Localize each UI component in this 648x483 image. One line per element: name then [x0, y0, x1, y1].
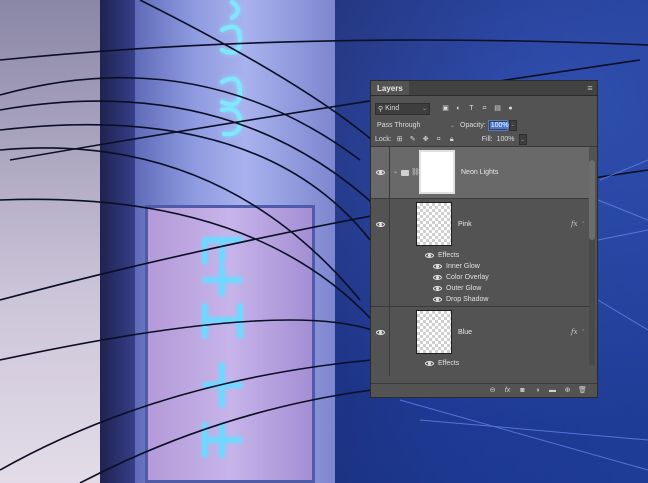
eye-icon: [376, 170, 385, 175]
layer-row-blue[interactable]: Blue fx ⌃ Effects: [371, 307, 589, 376]
eye-icon: [425, 361, 434, 366]
new-layer-icon[interactable]: ⊕: [563, 386, 572, 395]
visibility-toggle[interactable]: [371, 199, 390, 306]
chevron-down-icon: ⌄: [449, 122, 455, 129]
eye-icon: [376, 222, 385, 227]
adjustment-layer-icon[interactable]: ◑: [533, 386, 542, 395]
visibility-toggle[interactable]: [371, 307, 390, 376]
tab-layers[interactable]: Layers: [371, 81, 409, 95]
lock-artboard-icon[interactable]: ⌗: [435, 136, 443, 144]
layer-thumbnail: [419, 150, 455, 194]
effect-label: Outer Glow: [446, 285, 482, 292]
eye-icon: [425, 253, 434, 258]
eye-icon: [433, 264, 442, 269]
image-filter-icon[interactable]: ▣: [441, 104, 450, 113]
fill-slider-button[interactable]: ⌄: [518, 134, 527, 145]
chevron-up-icon[interactable]: ⌃: [581, 221, 585, 227]
opacity-value: 100%: [489, 121, 510, 129]
layers-scrollbar[interactable]: [589, 160, 595, 365]
effects-group[interactable]: Effects: [425, 252, 459, 259]
fill-input[interactable]: 100%: [497, 136, 519, 143]
scrollbar-thumb[interactable]: [589, 160, 595, 240]
lock-icons: ⊞ ✎ ✥ ⌗ 🔒︎: [396, 136, 456, 144]
adjustment-filter-icon[interactable]: ◐: [454, 104, 463, 113]
lock-paint-icon[interactable]: ✎: [409, 136, 417, 144]
blend-mode-value: Pass Through: [377, 121, 421, 129]
effects-group[interactable]: Effects: [425, 360, 459, 367]
folder-icon: [401, 170, 409, 176]
new-group-icon[interactable]: ▬: [548, 386, 557, 395]
panel-menu-icon[interactable]: ≡: [583, 81, 597, 95]
eye-icon: [433, 275, 442, 280]
layer-name[interactable]: Blue: [458, 329, 472, 336]
fx-badge[interactable]: fx: [571, 328, 578, 336]
shape-filter-icon[interactable]: ⌗: [480, 104, 489, 113]
filter-icons: ▣ ◐ T ⌗ ▤ ●: [441, 104, 515, 113]
layers-list: ⌄ ⛓ Neon Lights Pink fx ⌃ Effects Inner …: [371, 147, 597, 376]
add-style-icon[interactable]: fx: [503, 386, 512, 395]
delete-layer-icon[interactable]: 🗑︎: [578, 386, 587, 395]
effect-label: Drop Shadow: [446, 296, 489, 303]
opacity-slider-button[interactable]: ⌄: [508, 119, 517, 131]
chevron-down-icon[interactable]: ⌄: [393, 168, 398, 175]
effect-inner-glow[interactable]: Inner Glow: [433, 263, 480, 270]
link-layers-icon[interactable]: ⊖: [488, 386, 497, 395]
effect-drop-shadow[interactable]: Drop Shadow: [433, 296, 488, 303]
lock-transparent-icon[interactable]: ⊞: [396, 136, 404, 144]
fill-label: Fill:: [481, 136, 493, 143]
eye-icon: [433, 286, 442, 291]
lock-all-icon[interactable]: 🔒︎: [448, 136, 456, 144]
effect-outer-glow[interactable]: Outer Glow: [433, 285, 481, 292]
smart-object-filter-icon[interactable]: ▤: [493, 104, 502, 113]
panel-footer: ⊖ fx ◙ ◑ ▬ ⊕ 🗑︎: [371, 383, 597, 397]
layer-row-pink[interactable]: Pink fx ⌃ Effects Inner Glow Color Overl…: [371, 199, 589, 307]
layer-name[interactable]: Pink: [458, 221, 472, 228]
layer-thumbnail: [416, 202, 452, 246]
effects-label: Effects: [438, 252, 460, 259]
lock-position-icon[interactable]: ✥: [422, 136, 430, 144]
opacity-label: Opacity:: [460, 121, 486, 129]
opacity-input[interactable]: 100%: [487, 119, 510, 131]
effect-color-overlay[interactable]: Color Overlay: [433, 274, 489, 281]
fx-badge[interactable]: fx: [571, 220, 578, 228]
lock-row: Lock: ⊞ ✎ ✥ ⌗ 🔒︎ Fill: 100% ⌄: [371, 133, 597, 147]
filter-row: ⚲ Kind ⌄ ▣ ◐ T ⌗ ▤ ●: [371, 100, 597, 117]
filter-kind-label: Kind: [385, 105, 400, 112]
lock-label: Lock:: [375, 136, 392, 143]
panel-header: Layers ≡: [371, 81, 597, 96]
filter-toggle-icon[interactable]: ●: [506, 104, 515, 113]
blend-mode-select[interactable]: Pass Through ⌄: [375, 119, 457, 131]
layer-row-neon-lights[interactable]: ⌄ ⛓ Neon Lights: [371, 147, 589, 199]
eye-icon: [376, 330, 385, 335]
chevron-down-icon: ⌄: [421, 106, 427, 112]
visibility-toggle[interactable]: [371, 147, 390, 198]
layers-panel: Layers ≡ ⚲ Kind ⌄ ▣ ◐ T ⌗ ▤ ● Pass Throu…: [370, 80, 598, 398]
effect-label: Color Overlay: [446, 274, 489, 281]
add-mask-icon[interactable]: ◙: [518, 386, 527, 395]
type-filter-icon[interactable]: T: [467, 104, 476, 113]
layer-thumbnail: [416, 310, 452, 354]
search-icon: ⚲: [378, 105, 384, 113]
filter-kind-select[interactable]: ⚲ Kind ⌄: [375, 102, 430, 115]
eye-icon: [433, 297, 442, 302]
effect-label: Inner Glow: [446, 263, 480, 270]
layer-name[interactable]: Neon Lights: [461, 169, 498, 176]
chevron-up-icon[interactable]: ⌃: [581, 329, 585, 335]
blend-row: Pass Through ⌄ Opacity: 100% ⌄: [371, 117, 597, 133]
effects-label: Effects: [438, 360, 460, 367]
